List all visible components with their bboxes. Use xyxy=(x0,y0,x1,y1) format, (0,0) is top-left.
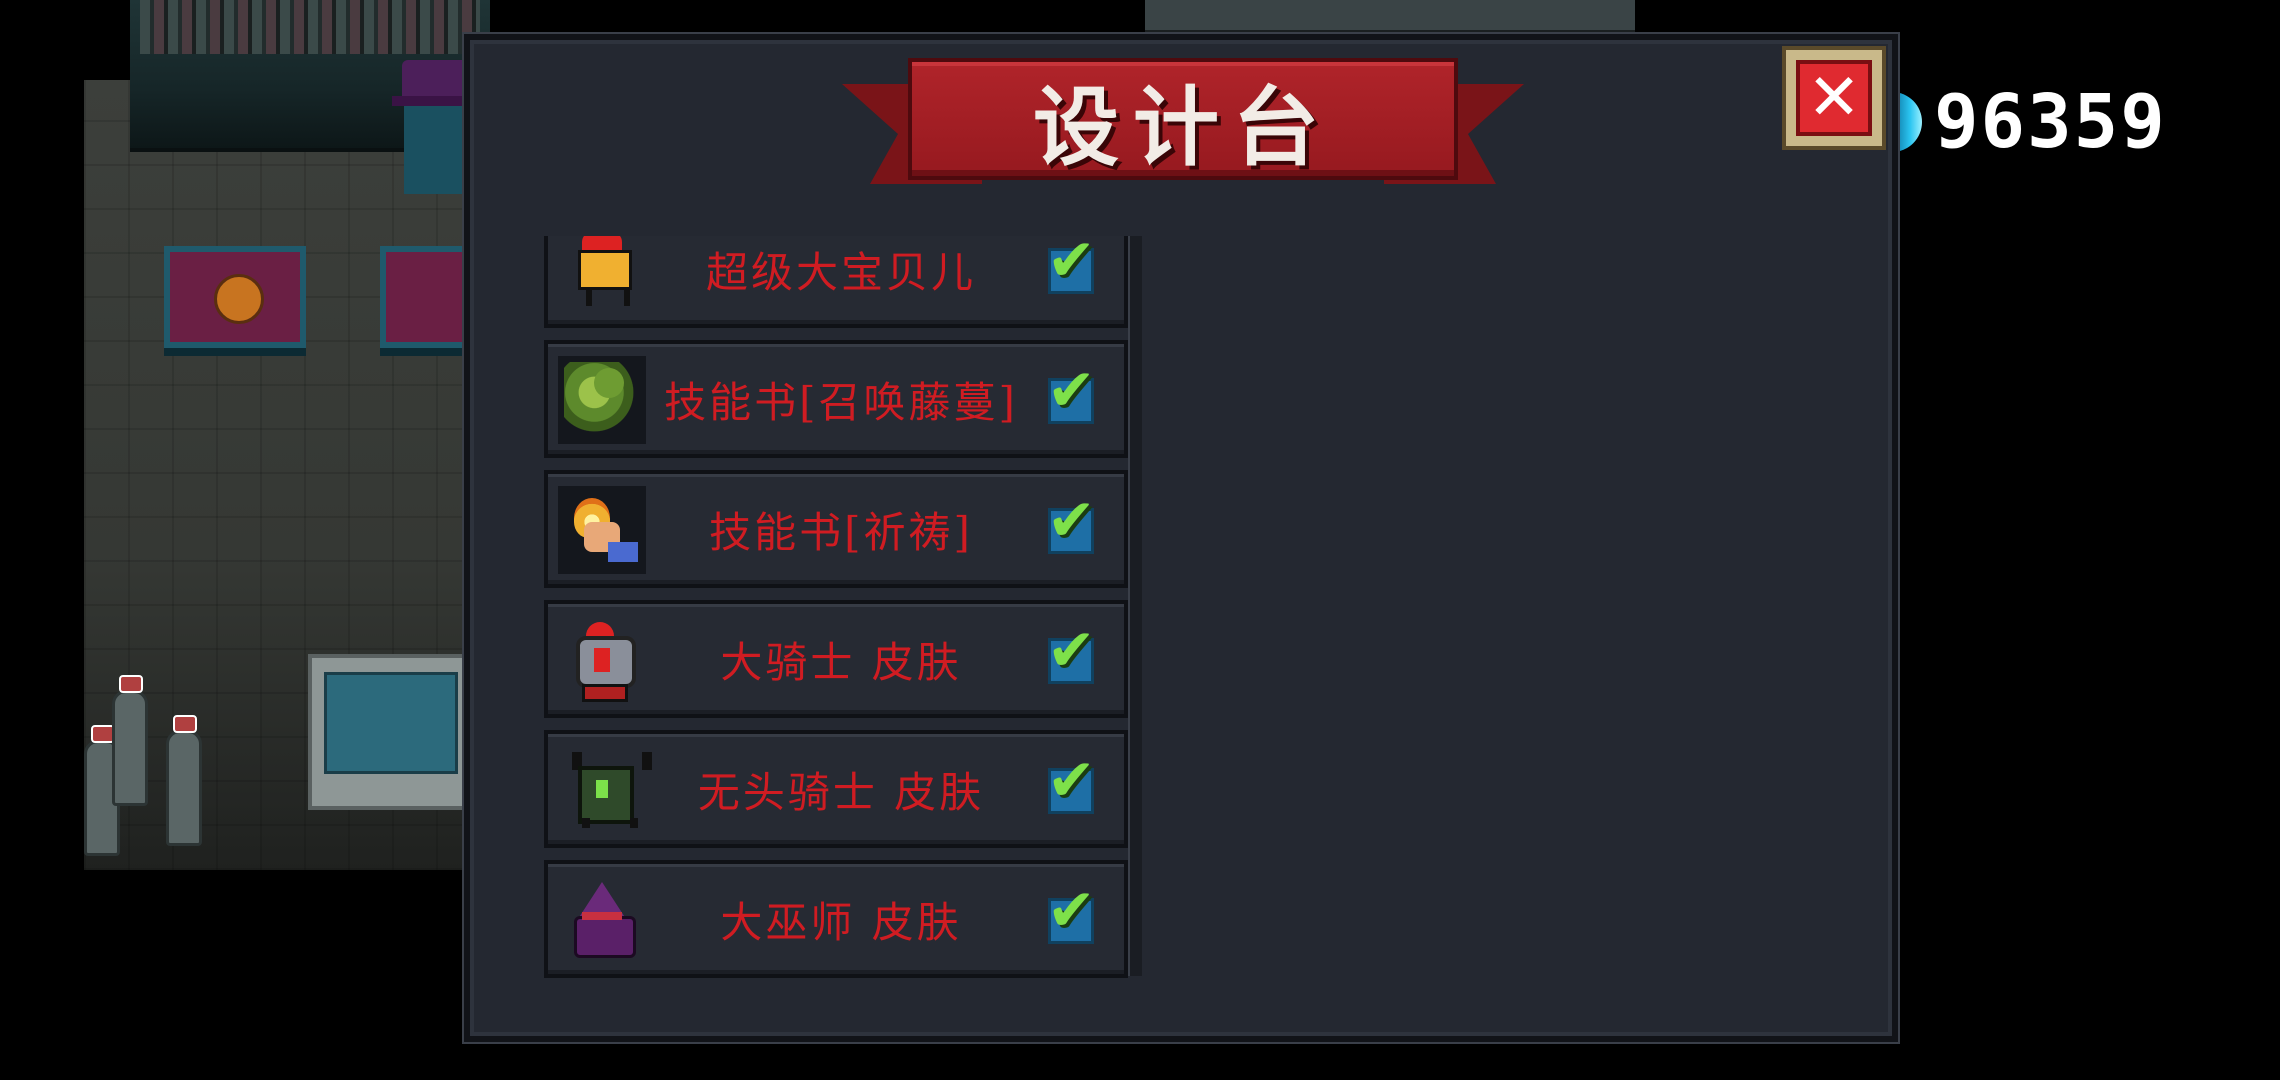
list-item-label: 大巫师 皮肤 xyxy=(720,897,962,947)
checkmark-icon: ✔ xyxy=(1047,746,1096,814)
panel-title: 设计台 xyxy=(1033,76,1333,178)
list-item-super-baby[interactable]: 超级大宝贝儿 ✔ xyxy=(544,236,1128,328)
checkmark-icon: ✔ xyxy=(1047,616,1096,684)
checkbox[interactable]: ✔ xyxy=(1047,751,1096,814)
vine-skill-book-icon xyxy=(564,362,640,438)
gas-tank xyxy=(166,715,202,846)
list-item-label: 大骑士 皮肤 xyxy=(720,637,962,687)
list-item-label: 无头骑士 皮肤 xyxy=(697,767,985,817)
checkmark-icon: ✔ xyxy=(1047,236,1096,294)
list-item-label: 超级大宝贝儿 xyxy=(705,247,976,297)
basketball-pad xyxy=(164,246,306,348)
gem-counter: 96359 xyxy=(1892,84,2167,160)
computer-terminal xyxy=(308,654,472,810)
banner-plate: 设计台 xyxy=(908,58,1458,180)
super-baby-icon xyxy=(564,236,640,308)
title-banner: 设计台 xyxy=(842,58,1524,210)
item-list[interactable]: 超级大宝贝儿 ✔ 技能书[召唤藤蔓] ✔ 技能书[祈祷] ✔ 大骑士 皮肤 ✔ … xyxy=(544,236,1140,982)
wizard-npc xyxy=(392,60,472,200)
grand-knight-skin-icon xyxy=(564,622,640,702)
checkbox[interactable]: ✔ xyxy=(1047,621,1096,684)
list-item-grand-wizard-skin[interactable]: 大巫师 皮肤 ✔ xyxy=(544,860,1128,978)
top-doorway xyxy=(1145,0,1635,33)
checkbox[interactable]: ✔ xyxy=(1047,491,1096,554)
bookshelf-books xyxy=(140,0,480,54)
item-list-track: 超级大宝贝儿 ✔ 技能书[召唤藤蔓] ✔ 技能书[祈祷] ✔ 大骑士 皮肤 ✔ … xyxy=(544,236,1140,982)
gas-tank xyxy=(112,675,148,806)
list-item-grand-knight-skin[interactable]: 大骑士 皮肤 ✔ xyxy=(544,600,1128,718)
checkbox[interactable]: ✔ xyxy=(1047,881,1096,944)
prayer-skill-book-icon xyxy=(564,492,640,568)
basketball-icon xyxy=(214,274,264,324)
checkmark-icon: ✔ xyxy=(1047,356,1096,424)
close-icon: ✕ xyxy=(1807,61,1861,135)
close-button[interactable]: ✕ xyxy=(1782,46,1886,150)
checkbox[interactable]: ✔ xyxy=(1047,236,1096,294)
list-item-vine-skill-book[interactable]: 技能书[召唤藤蔓] ✔ xyxy=(544,340,1128,458)
list-item-prayer-skill-book[interactable]: 技能书[祈祷] ✔ xyxy=(544,470,1128,588)
gem-count: 96359 xyxy=(1934,79,2167,165)
checkbox[interactable]: ✔ xyxy=(1047,361,1096,424)
headless-knight-skin-icon xyxy=(564,752,652,828)
list-item-label: 技能书[祈祷] xyxy=(709,507,973,557)
grand-wizard-skin-icon xyxy=(564,882,640,958)
list-item-headless-knight-skin[interactable]: 无头骑士 皮肤 ✔ xyxy=(544,730,1128,848)
checkmark-icon: ✔ xyxy=(1047,486,1096,554)
checkmark-icon: ✔ xyxy=(1047,876,1096,944)
game-screen: 96359 设计台 ✕ 超级大宝贝儿 ✔ 技能书[召唤藤蔓] ✔ 技能书[祈祷]… xyxy=(0,0,2280,1080)
list-item-label: 技能书[召唤藤蔓] xyxy=(664,377,1018,427)
